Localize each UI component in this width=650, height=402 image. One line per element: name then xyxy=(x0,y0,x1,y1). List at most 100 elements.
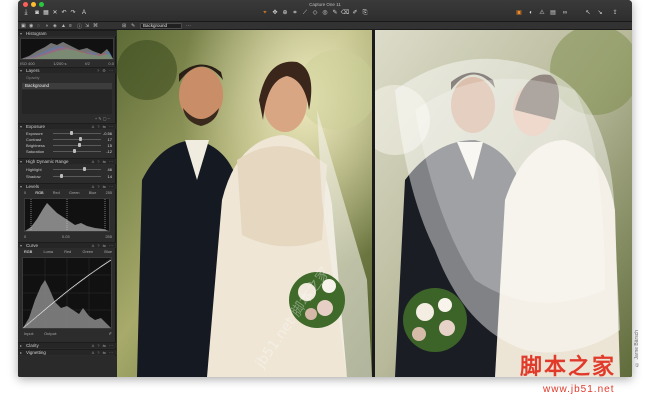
tab-metadata-icon[interactable]: ⓘ xyxy=(77,23,82,30)
tab-curve-red[interactable]: Red xyxy=(64,250,71,254)
layer-select[interactable]: Background xyxy=(140,23,182,29)
slider-track[interactable] xyxy=(53,145,101,146)
tab-lens-icon[interactable]: ◌ xyxy=(37,23,40,29)
levels-input-low[interactable]: 0 xyxy=(24,191,26,195)
brush-icon[interactable]: ✎ xyxy=(331,9,339,17)
undo-icon[interactable]: ↶ xyxy=(60,9,68,17)
tab-adjust-icon[interactable]: ≡ xyxy=(69,23,72,29)
text-icon[interactable]: A xyxy=(80,9,88,17)
panel-actions-icon[interactable]: A ? ⇆ ⋯ xyxy=(92,159,114,164)
panel-actions-icon[interactable]: ? ⚙ ⋯ xyxy=(97,68,114,73)
pan-icon[interactable]: ✥ xyxy=(271,9,279,17)
tab-output-icon[interactable]: ⇲ xyxy=(85,23,89,29)
tab-levels-red[interactable]: Red xyxy=(53,191,60,195)
tab-color-icon[interactable]: ◑ xyxy=(45,23,48,29)
levels-midtone[interactable]: 0.03 xyxy=(62,234,70,239)
panel-header-layers[interactable]: ▾ Layers ? ⚙ ⋯ xyxy=(18,67,116,73)
photo-left[interactable] xyxy=(117,30,372,377)
import-icon[interactable]: ⤓ xyxy=(22,9,30,17)
levels-output-low[interactable]: 0 xyxy=(24,234,26,239)
tab-curve-luma[interactable]: Luma xyxy=(44,250,54,254)
slider-value[interactable]: 46 xyxy=(108,167,112,172)
slider-contrast[interactable]: Contrast 17 xyxy=(20,137,114,142)
export-icon[interactable]: ⇪ xyxy=(610,9,620,17)
cursor-icon[interactable]: ⌖ xyxy=(261,9,269,17)
spot-icon[interactable]: ◎ xyxy=(321,9,329,17)
slider-value[interactable]: -0.56 xyxy=(103,131,112,136)
slider-value[interactable]: 15 xyxy=(108,143,112,148)
tab-curve-green[interactable]: Green xyxy=(83,250,94,254)
copy-adjust-icon[interactable]: ↖ xyxy=(584,9,592,17)
layer-item-background[interactable]: Background xyxy=(22,83,112,89)
redo-icon[interactable]: ↷ xyxy=(69,9,77,17)
picker-icon[interactable]: ✐ xyxy=(109,331,112,336)
copy-icon[interactable]: ⎘ xyxy=(361,9,369,17)
slider-highlight[interactable]: Highlight 46 xyxy=(20,167,114,172)
camera-icon[interactable]: ◙ xyxy=(33,9,41,17)
tab-levels-blue[interactable]: Blue xyxy=(89,191,97,195)
panel-header-exposure[interactable]: ▾ Exposure A ? ⇆ ⋯ xyxy=(18,123,116,129)
slider-track[interactable] xyxy=(53,133,101,134)
warning-icon[interactable]: ⚠ xyxy=(538,9,546,17)
tab-batch-icon[interactable]: ⌘ xyxy=(93,23,98,29)
levels-output-high[interactable]: 255 xyxy=(105,234,112,239)
slider-knob[interactable] xyxy=(78,143,81,147)
panel-header-levels[interactable]: ▾ Levels A ? ⇆ ⋯ xyxy=(18,183,116,189)
slider-track[interactable] xyxy=(53,139,101,140)
slider-knob[interactable] xyxy=(83,167,86,171)
tab-curve-rgb[interactable]: RGB xyxy=(24,250,32,254)
tab-capture-icon[interactable]: ◉ xyxy=(29,23,33,29)
brand-name: 脚本之家 xyxy=(520,354,617,380)
display-icon[interactable]: ▣ xyxy=(515,9,523,17)
tab-levels-rgb[interactable]: RGB xyxy=(35,191,43,195)
tab-exposure-icon[interactable]: ◈ xyxy=(53,23,57,29)
layer-brush-icon[interactable]: ✎ xyxy=(131,23,135,29)
curve-graph[interactable] xyxy=(22,257,112,329)
panel-header-histogram[interactable]: ▾ Histogram xyxy=(18,30,116,36)
slider-knob[interactable] xyxy=(79,137,82,141)
apply-adjust-icon[interactable]: ↘ xyxy=(596,9,604,17)
tab-levels-green[interactable]: Green xyxy=(69,191,80,195)
exposure-icon[interactable]: ◐ xyxy=(527,9,535,17)
levels-graph[interactable] xyxy=(24,198,110,232)
panel-header-vignetting[interactable]: ▸ Vignetting A ? ⇆ ⋯ xyxy=(18,349,116,355)
slider-track[interactable] xyxy=(53,151,101,152)
close-icon[interactable]: ✕ xyxy=(51,9,59,17)
slider-knob[interactable] xyxy=(70,131,73,135)
panel-header-curve[interactable]: ▾ Curve A ? ⇆ ⋯ xyxy=(18,242,116,248)
panel-header-clarity[interactable]: ▸ Clarity A ? ⇆ ⋯ xyxy=(18,342,116,348)
grid-icon[interactable]: ▦ xyxy=(42,9,50,17)
panel-header-hdr[interactable]: ▾ High Dynamic Range A ? ⇆ ⋯ xyxy=(18,158,116,164)
straighten-icon[interactable]: ⟋ xyxy=(301,9,309,17)
layer-add-icon[interactable]: ⊞ xyxy=(122,23,126,29)
panel-actions-icon[interactable]: A ? ⇆ ⋯ xyxy=(92,124,114,129)
slider-value[interactable]: 17 xyxy=(108,137,112,142)
panel-actions-icon[interactable]: A ? ⇆ ⋯ xyxy=(92,350,114,355)
glasses-icon[interactable]: ∞ xyxy=(560,9,570,17)
slider-knob[interactable] xyxy=(60,174,63,178)
crop-icon[interactable]: ⌗ xyxy=(291,9,299,17)
tab-library-icon[interactable]: ▣ xyxy=(21,23,26,29)
panel-actions-icon[interactable]: A ? ⇆ ⋯ xyxy=(92,343,114,348)
tab-curve-blue[interactable]: Blue xyxy=(104,250,112,254)
eraser-icon[interactable]: ⌫ xyxy=(341,9,349,17)
loupe-icon[interactable]: ⊕ xyxy=(281,9,289,17)
layer-tools-icon[interactable]: + ✎ ▢ − xyxy=(95,116,110,121)
slider-value[interactable]: -12 xyxy=(106,149,112,154)
slider-brightness[interactable]: Brightness 15 xyxy=(20,143,114,148)
slider-knob[interactable] xyxy=(73,149,76,153)
levels-input-high[interactable]: 255 xyxy=(106,191,112,195)
slider-shadow[interactable]: Shadow 14 xyxy=(20,174,114,179)
panel-actions-icon[interactable]: A ? ⇆ ⋯ xyxy=(92,184,114,189)
panel-actions-icon[interactable]: A ? ⇆ ⋯ xyxy=(92,243,114,248)
tab-details-icon[interactable]: ▲ xyxy=(61,23,66,29)
slider-track[interactable] xyxy=(53,169,101,170)
slider-exposure[interactable]: Exposure -0.56 xyxy=(20,131,114,136)
photo-right[interactable] xyxy=(375,30,632,377)
layer-menu-icon[interactable]: ⋯ xyxy=(186,23,191,29)
grid-overlay-icon[interactable]: ▤ xyxy=(549,9,557,17)
keystone-icon[interactable]: ◇ xyxy=(311,9,319,17)
picker-icon[interactable]: ✐ xyxy=(351,9,359,17)
slider-value[interactable]: 14 xyxy=(108,174,112,179)
slider-saturation[interactable]: Saturation -12 xyxy=(20,149,114,154)
